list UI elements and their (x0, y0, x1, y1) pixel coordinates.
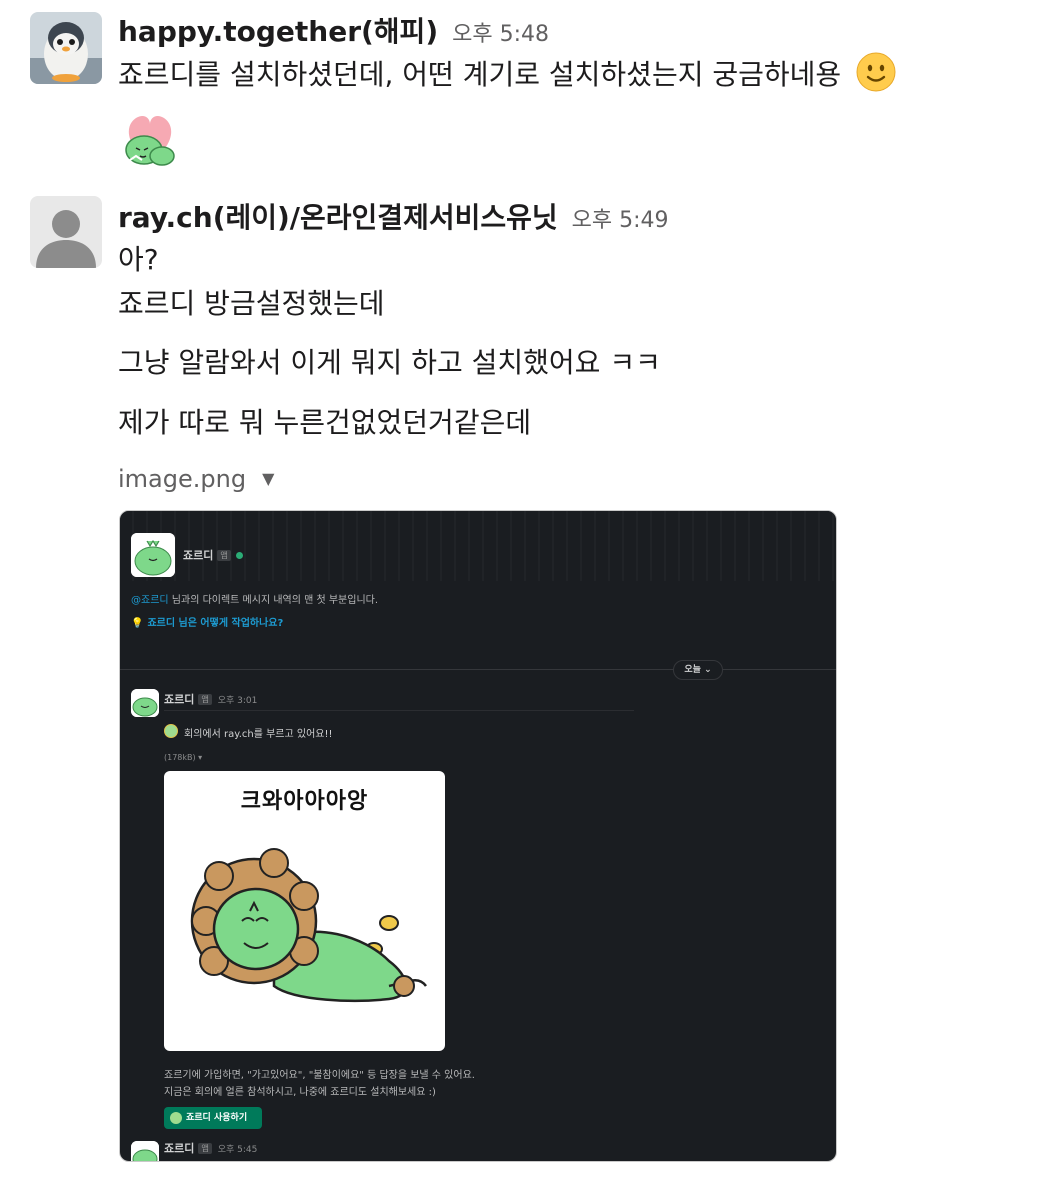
dm-intro-text: 님과의 다이렉트 메시지 내역의 맨 첫 부분입니다. (168, 595, 379, 606)
screenshot-msg-text: 회의에서 ray.ch를 부르고 있어요!! (184, 729, 333, 740)
jordy-avatar (131, 533, 175, 577)
message-line: 죠르디 방금설정했는데 (118, 287, 385, 320)
author-name[interactable]: ray.ch(레이)/온라인결제서비스유닛 오후 5:49 (118, 196, 669, 236)
screenshot-msg-header: 죠르디 앱 오후 3:01 (164, 691, 257, 707)
message-line: 그냥 알람와서 이게 뭐지 하고 설치했어요 ㅋㅋ (118, 346, 661, 379)
attachment-image[interactable]: 죠르디 앱 @죠르디 님과의 다이렉트 메시지 내역의 맨 첫 부분입니다. 💡 죠… (119, 510, 837, 1162)
timestamp[interactable]: 오후 5:48 (452, 22, 549, 47)
screenshot-msg-time: 오후 3:01 (217, 696, 258, 706)
message-line: 죠르디를 설치하셨던데, 어떤 계기로 설치하셨는지 궁금하네용 (118, 58, 842, 91)
penguin-avatar[interactable] (30, 12, 102, 84)
screenshot-header-name-text: 죠르디 (183, 549, 214, 562)
mention: @죠르디 (131, 595, 169, 606)
screenshot-header-name: 죠르디 앱 (183, 547, 243, 563)
timestamp[interactable]: 오후 5:49 (572, 208, 669, 233)
app-badge: 앱 (198, 694, 212, 705)
screenshot-msg-author: 죠르디 (164, 1142, 195, 1155)
lion-jordy-illustration (190, 848, 428, 1003)
attachment-filename[interactable]: image.png ▼ (118, 465, 274, 493)
jordy-icon (170, 1112, 182, 1124)
chevron-down-icon[interactable]: ▼ (262, 469, 274, 488)
use-jordy-button[interactable]: 죠르디 사용하기 (164, 1107, 262, 1129)
screenshot-header-bar (120, 511, 836, 581)
file-size: (178kB) ▾ (164, 753, 203, 762)
date-divider-pill: 오늘 ⌄ (673, 660, 723, 680)
author-name-text[interactable]: happy.together(해피) (118, 15, 438, 48)
date-divider-line (120, 669, 836, 670)
screenshot-msg-time: 오후 5:45 (217, 1145, 258, 1155)
thread-line (164, 710, 634, 711)
jordy-heart-sticker[interactable] (118, 106, 182, 172)
lightbulb-icon: 💡 (131, 618, 144, 629)
jordy-emoji-icon (164, 724, 178, 738)
jordy-avatar (131, 1141, 159, 1161)
slightly-smiling-face-emoji (856, 52, 896, 99)
description-line: 죠르기에 가입하면, "가고있어요", "불참이에요" 등 답장을 보낼 수 있… (164, 1070, 475, 1081)
screenshot-msg-author: 죠르디 (164, 693, 195, 706)
intro-question: 💡 죠르디 님은 어떻게 작업하나요? (131, 614, 283, 629)
lion-jordy-image: 크와아아아앙 (164, 771, 445, 1051)
author-name-text[interactable]: ray.ch(레이)/온라인결제서비스유닛 (118, 201, 558, 234)
message-ray: ray.ch(레이)/온라인결제서비스유닛 오후 5:49 아? 죠르디 방금설정… (0, 190, 1048, 450)
description-line: 지금은 회의에 얼른 참석하시고, 나중에 죠르디도 설치해보세요 :) (164, 1087, 436, 1098)
attachment-filename-text[interactable]: image.png (118, 465, 246, 493)
intro-question-text: 죠르디 님은 어떻게 작업하나요? (147, 618, 284, 629)
use-jordy-button-label[interactable]: 죠르디 사용하기 (186, 1113, 247, 1123)
screenshot-msg-header: 죠르디 앱 오후 5:45 (164, 1140, 257, 1156)
message-text: 죠르디를 설치하셨던데, 어떤 계기로 설치하셨는지 궁금하네용 (118, 52, 896, 99)
dm-intro: @죠르디 님과의 다이렉트 메시지 내역의 맨 첫 부분입니다. (131, 591, 378, 606)
message-line: 제가 따로 뭐 누른건없었던거같은데 (118, 406, 532, 439)
jordy-avatar (131, 689, 159, 717)
author-name[interactable]: happy.together(해피) 오후 5:48 (118, 10, 549, 50)
message-happy: happy.together(해피) 오후 5:48 죠르디를 설치하셨던데, 어… (0, 0, 1048, 180)
online-status-dot (235, 552, 243, 559)
app-badge: 앱 (217, 550, 231, 561)
app-badge: 앱 (198, 1143, 212, 1154)
default-user-avatar[interactable] (30, 196, 102, 268)
message-line: 아? (118, 243, 159, 276)
